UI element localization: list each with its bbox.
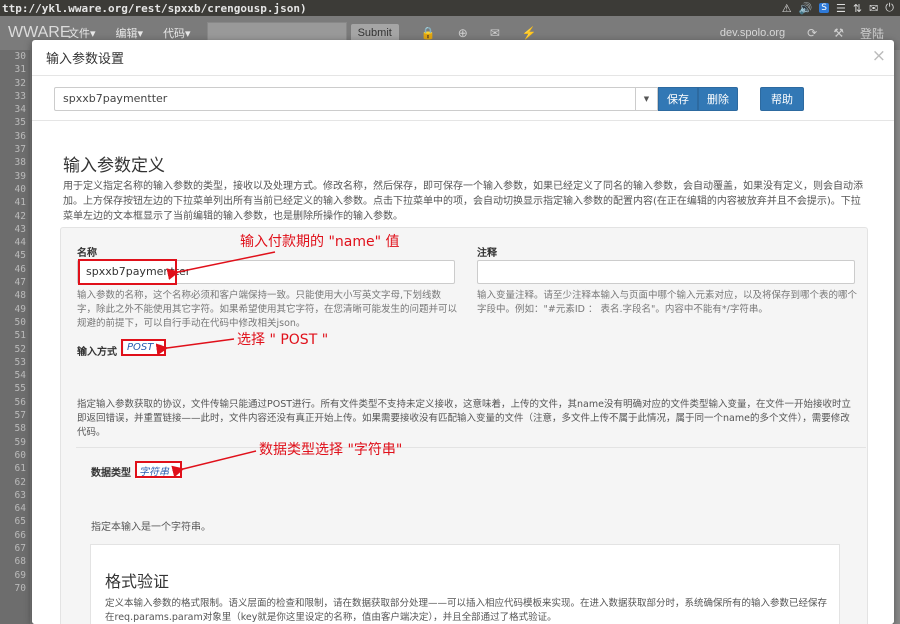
name-label: 名称 xyxy=(77,248,97,259)
line-number: 41 xyxy=(14,197,26,209)
line-number: 51 xyxy=(14,330,26,342)
menu-code[interactable]: 代码▾ xyxy=(153,25,201,41)
database-icon[interactable]: ⊕ xyxy=(458,26,468,40)
dtype-label: 数据类型 xyxy=(91,468,131,479)
line-number: 33 xyxy=(14,90,26,102)
lock-icon[interactable]: 🔒 xyxy=(421,26,436,40)
help-button[interactable]: 帮助 xyxy=(760,87,804,111)
network-icon[interactable]: ⇅ xyxy=(853,2,862,15)
line-number-gutter: 30 31 32 33 34 35 36 37 38 39 40 41 42 43 44 45 46 47 48 49… xyxy=(0,50,30,624)
chevron-down-icon[interactable]: ▼ xyxy=(636,87,658,111)
dtype-highlight xyxy=(135,461,182,478)
dtype-help: 指定本输入是一个字符串。 xyxy=(91,522,211,533)
line-number: 52 xyxy=(14,343,26,355)
system-tray: ⚠ 🔊 S ☰ ⇅ ✉ ⏻ xyxy=(782,1,900,15)
section-description: 用于定义指定名称的输入参数的类型，接收以及处理方式。修改名称，然后保存，即可保存… xyxy=(63,181,863,222)
line-number: 48 xyxy=(14,290,26,302)
line-number: 36 xyxy=(14,130,26,142)
warning-icon[interactable]: ⚠ xyxy=(782,2,792,15)
line-number: 68 xyxy=(14,556,26,568)
note-field[interactable] xyxy=(477,260,855,284)
line-number: 49 xyxy=(14,303,26,315)
method-label: 输入方式 xyxy=(77,347,117,358)
mail-icon[interactable]: ✉ xyxy=(490,26,500,40)
volume-icon[interactable]: 🔊 xyxy=(799,2,813,15)
line-number: 63 xyxy=(14,489,26,501)
param-toolbar: spxxb7paymentter ▼ 保存 删除 帮助 xyxy=(54,87,804,111)
line-number: 59 xyxy=(14,436,26,448)
line-number: 37 xyxy=(14,144,26,156)
line-number: 39 xyxy=(14,170,26,182)
line-number: 45 xyxy=(14,250,26,262)
line-number: 44 xyxy=(14,237,26,249)
flash-icon[interactable]: ⚡ xyxy=(522,26,537,40)
line-number: 32 xyxy=(14,77,26,89)
section-title: 输入参数定义 xyxy=(63,156,165,176)
delete-button[interactable]: 删除 xyxy=(698,87,738,111)
line-number: 66 xyxy=(14,529,26,541)
line-number: 42 xyxy=(14,210,26,222)
line-number: 64 xyxy=(14,503,26,515)
line-number: 57 xyxy=(14,410,26,422)
format-title: 格式验证 xyxy=(105,572,170,591)
line-number: 61 xyxy=(14,463,26,475)
line-number: 40 xyxy=(14,183,26,195)
line-number: 34 xyxy=(14,104,26,116)
line-number: 46 xyxy=(14,263,26,275)
host-label: dev.spolo.org xyxy=(719,27,786,39)
annotation-post: 选择 " POST " xyxy=(237,332,329,348)
save-button[interactable]: 保存 xyxy=(658,87,698,111)
line-number: 35 xyxy=(14,117,26,129)
note-help: 输入变量注释。请至少注释本输入与页面中哪个输入元素对应，以及将保存到哪个表的哪个… xyxy=(477,290,858,315)
name-field-highlight xyxy=(78,259,177,285)
format-desc: 定义本输入参数的格式限制。语义层面的检查和限制，请在数据获取部分处理——可以插入… xyxy=(105,598,828,623)
input-param-modal: 输入参数设置 × spxxb7paymentter ▼ 保存 删除 帮助 输入参… xyxy=(32,40,894,624)
wrench-icon[interactable]: ⚒ xyxy=(833,26,844,40)
line-number: 38 xyxy=(14,157,26,169)
note-label: 注释 xyxy=(477,248,497,259)
modal-title: 输入参数设置 xyxy=(46,52,125,67)
menu-edit[interactable]: 编辑▾ xyxy=(106,25,154,41)
annotation-dtype: 数据类型选择 "字符串" xyxy=(259,442,403,458)
line-number: 67 xyxy=(14,542,26,554)
line-number: 31 xyxy=(14,64,26,76)
background-strip xyxy=(894,50,900,624)
modal-header: 输入参数设置 × xyxy=(32,40,894,76)
param-select-input[interactable]: spxxb7paymentter xyxy=(54,87,636,111)
line-number: 65 xyxy=(14,516,26,528)
url-text: ttp://ykl.wware.org/rest/spxxb/crengousp… xyxy=(2,1,307,15)
line-number: 56 xyxy=(14,396,26,408)
power-icon[interactable]: ⏻ xyxy=(885,1,894,15)
login-link[interactable]: 登陆 xyxy=(860,25,884,42)
line-number: 47 xyxy=(14,277,26,289)
line-number: 69 xyxy=(14,569,26,581)
line-number: 54 xyxy=(14,370,26,382)
mail-icon[interactable]: ✉ xyxy=(869,2,878,15)
method-help: 指定输入参数获取的协议，文件传输只能通过POST进行。所有文件类型不支持未定义接… xyxy=(77,399,851,438)
line-number: 62 xyxy=(14,476,26,488)
line-number: 70 xyxy=(14,582,26,594)
input-method-icon[interactable]: S xyxy=(819,3,829,13)
line-number: 55 xyxy=(14,383,26,395)
annotation-name: 输入付款期的 "name" 值 xyxy=(240,234,400,250)
menu-icon[interactable]: ☰ xyxy=(836,2,846,15)
line-number: 50 xyxy=(14,316,26,328)
close-icon[interactable]: × xyxy=(872,46,886,66)
line-number: 43 xyxy=(14,223,26,235)
line-number: 58 xyxy=(14,423,26,435)
line-number: 30 xyxy=(14,51,26,62)
system-top-bar: ttp://ykl.wware.org/rest/spxxb/crengousp… xyxy=(0,0,900,16)
method-highlight xyxy=(121,339,166,356)
line-number: 60 xyxy=(14,449,26,461)
refresh-icon[interactable]: ⟳ xyxy=(807,26,817,40)
menu-file[interactable]: 文件▾ xyxy=(58,25,106,41)
line-number: 53 xyxy=(14,356,26,368)
name-help: 输入参数的名称，这个名称必须和客户端保持一致。只能使用大小写英文字母,下划线数字… xyxy=(77,290,458,329)
